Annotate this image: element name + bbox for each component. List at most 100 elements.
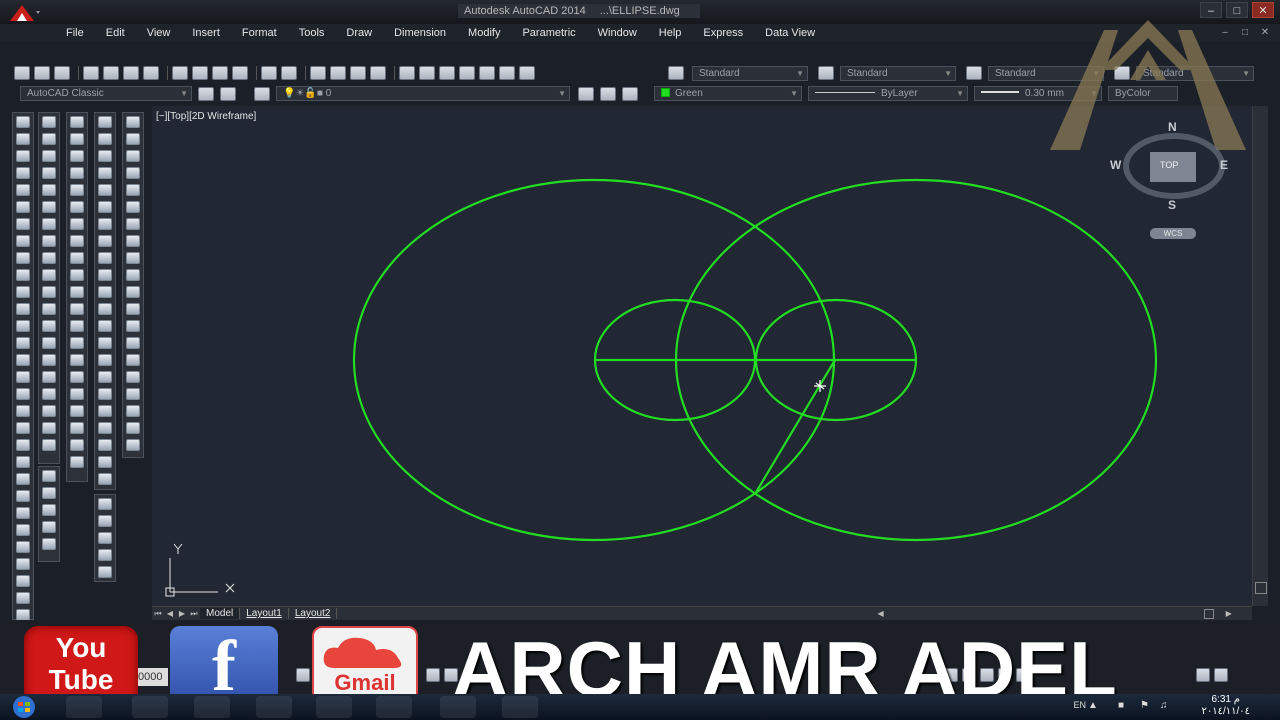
viewcube-north[interactable]: N <box>1168 120 1177 134</box>
menu-edit[interactable]: Edit <box>106 27 125 39</box>
union-icon[interactable] <box>42 320 56 332</box>
aligned-dim-icon[interactable] <box>70 133 84 145</box>
prev-tab-icon[interactable]: ◀ <box>164 609 176 618</box>
torus-icon[interactable] <box>42 218 56 230</box>
angular-icon[interactable] <box>70 235 84 247</box>
coordinate-readout[interactable]: 0000 <box>136 668 168 686</box>
table-style-icon[interactable] <box>966 66 982 80</box>
dim-break-icon[interactable] <box>70 320 84 332</box>
add-selected-icon[interactable] <box>16 439 30 451</box>
fullscreen-icon[interactable] <box>1214 668 1228 682</box>
circle-icon[interactable] <box>16 218 30 230</box>
massprop-icon[interactable] <box>98 566 112 578</box>
jogged-linear-icon[interactable] <box>70 388 84 400</box>
xline-icon[interactable] <box>16 133 30 145</box>
radius-icon[interactable] <box>70 184 84 196</box>
ucs-x-icon[interactable] <box>126 439 140 451</box>
linear-dim-icon[interactable] <box>70 116 84 128</box>
layer-states-icon[interactable] <box>622 87 638 101</box>
break-icon[interactable] <box>98 184 112 196</box>
scroll-left-icon[interactable]: ◀ <box>877 609 883 618</box>
mtext-icon[interactable] <box>16 422 30 434</box>
snap-toggle-icon[interactable] <box>296 668 310 682</box>
drawing-canvas[interactable] <box>152 106 1252 606</box>
viewcube[interactable]: N W E S TOP <box>1110 120 1230 220</box>
pedit-icon[interactable] <box>98 286 112 298</box>
chrome-taskbar-icon[interactable] <box>440 696 476 718</box>
slice-icon[interactable] <box>42 439 56 451</box>
divide-icon[interactable] <box>98 235 112 247</box>
explode-icon[interactable] <box>98 150 112 162</box>
tab-layout2[interactable]: Layout2 <box>289 608 338 619</box>
copy-object-icon[interactable] <box>16 473 30 485</box>
intersect-icon[interactable] <box>42 354 56 366</box>
viewcube-west[interactable]: W <box>1110 158 1121 172</box>
text-style-icon[interactable] <box>668 66 684 80</box>
menu-window[interactable]: Window <box>598 27 637 39</box>
layer-previous-icon[interactable] <box>600 87 616 101</box>
ucs-icon[interactable] <box>126 286 140 298</box>
area-icon[interactable] <box>98 515 112 527</box>
last-tab-icon[interactable]: ⏭ <box>188 609 200 619</box>
ie-taskbar-icon[interactable] <box>66 696 102 718</box>
network-icon[interactable]: ■ <box>1118 700 1130 712</box>
arc-length-icon[interactable] <box>70 150 84 162</box>
doc-close-button[interactable]: ✕ <box>1258 27 1272 39</box>
extrude-icon[interactable] <box>42 235 56 247</box>
cut-icon[interactable] <box>172 66 188 80</box>
gradient-icon[interactable] <box>16 371 30 383</box>
undo-icon[interactable] <box>261 66 277 80</box>
photos-taskbar-icon[interactable] <box>194 696 230 718</box>
text-style-select[interactable]: Standard ▼ <box>692 66 808 81</box>
flag-icon[interactable]: ⚑ <box>1140 700 1152 712</box>
linetype-select[interactable]: ByLayer ▼ <box>808 86 968 101</box>
match-properties-icon[interactable] <box>232 66 248 80</box>
ellipse-arc-icon[interactable] <box>16 286 30 298</box>
mirror-icon[interactable] <box>16 490 30 502</box>
pyramid-icon[interactable] <box>42 184 56 196</box>
paste-icon[interactable] <box>212 66 228 80</box>
menu-tools[interactable]: Tools <box>299 27 325 39</box>
wcs-menu[interactable]: WCS <box>1150 228 1196 239</box>
lightbulb-icon[interactable] <box>1196 668 1210 682</box>
boundary-icon[interactable] <box>98 269 112 281</box>
windows-start-icon[interactable] <box>6 694 42 720</box>
show-hidden-icon[interactable]: ▲ <box>1088 700 1100 712</box>
camera-icon[interactable] <box>42 538 56 550</box>
pan-icon[interactable] <box>310 66 326 80</box>
ucs-origin-icon[interactable] <box>126 388 140 400</box>
scroll-right-icon[interactable]: ▶ <box>1226 609 1232 618</box>
ucs-previous-icon[interactable] <box>126 320 140 332</box>
dim-text-edit-icon[interactable] <box>70 422 84 434</box>
zoom-previous-icon[interactable] <box>370 66 386 80</box>
menu-dimension[interactable]: Dimension <box>394 27 446 39</box>
sw-iso-icon[interactable] <box>126 218 140 230</box>
insert-block-icon[interactable] <box>16 303 30 315</box>
viewcube-east[interactable]: E <box>1220 158 1228 172</box>
zoom-window-icon[interactable] <box>350 66 366 80</box>
menu-draw[interactable]: Draw <box>346 27 372 39</box>
jogged-icon[interactable] <box>70 201 84 213</box>
image-icon[interactable] <box>98 388 112 400</box>
continue-icon[interactable] <box>70 286 84 298</box>
ucs-view-icon[interactable] <box>126 371 140 383</box>
diameter-icon[interactable] <box>70 218 84 230</box>
ucs-3point-icon[interactable] <box>126 422 140 434</box>
ungroup-icon[interactable] <box>98 473 112 485</box>
ole-icon[interactable] <box>98 405 112 417</box>
recorder-taskbar-icon[interactable] <box>316 696 352 718</box>
dim-style-icon[interactable] <box>818 66 834 80</box>
tolerance-icon[interactable] <box>70 337 84 349</box>
3d-move-icon[interactable] <box>42 371 56 383</box>
light-icon[interactable] <box>42 504 56 516</box>
save-icon[interactable] <box>54 66 70 80</box>
tab-model[interactable]: Model <box>200 608 241 619</box>
ne-iso-icon[interactable] <box>126 252 140 264</box>
3d-array-icon[interactable] <box>42 422 56 434</box>
autocad-taskbar-icon[interactable] <box>502 696 538 718</box>
draworder-icon[interactable] <box>98 439 112 451</box>
calculator-taskbar-icon[interactable] <box>376 696 412 718</box>
loft-icon[interactable] <box>42 303 56 315</box>
sweep-icon[interactable] <box>42 269 56 281</box>
nw-iso-icon[interactable] <box>126 269 140 281</box>
